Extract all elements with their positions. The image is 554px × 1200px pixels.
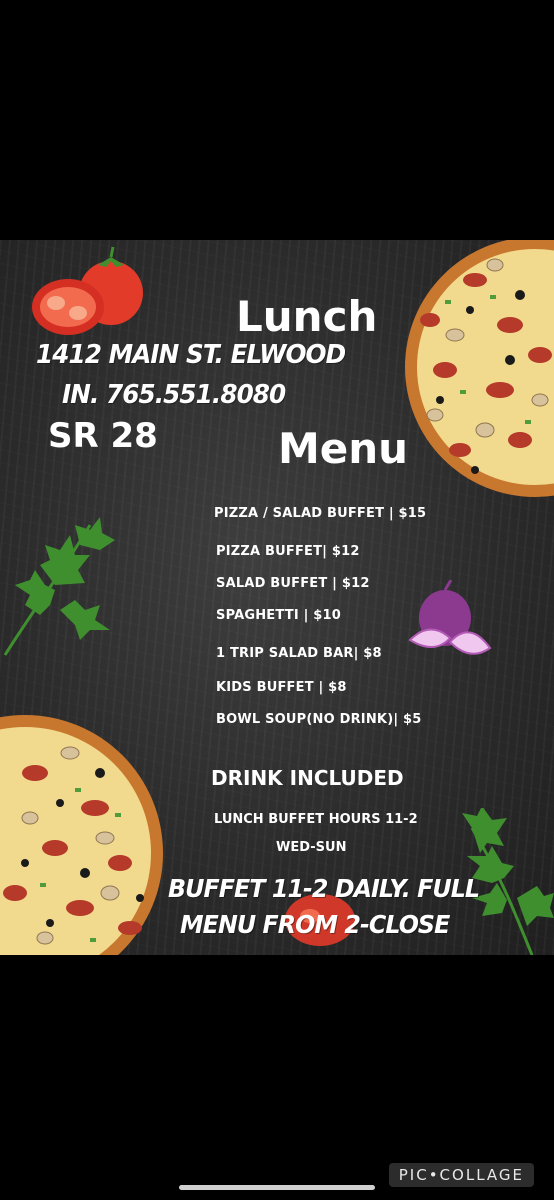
pizza-icon (405, 240, 554, 497)
pic-collage-watermark: PIC•COLLAGE (388, 1163, 534, 1187)
tomato-icon (32, 246, 143, 335)
menu-item: KIDS BUFFET | $8 (216, 680, 347, 695)
menu-item: 1 TRIP SALAD BAR| $8 (216, 646, 382, 661)
menu-item: PIZZA BUFFET| $12 (216, 544, 360, 559)
title-lunch: Lunch (236, 292, 378, 341)
home-indicator[interactable] (179, 1185, 375, 1190)
menu-item: SALAD BUFFET | $12 (216, 576, 370, 591)
address-line-2: IN. 765.551.8080 (62, 380, 286, 410)
title-menu: Menu (278, 424, 409, 473)
hours-line-2: WED-SUN (276, 840, 347, 855)
footer-line-2: MENU FROM 2-CLOSE (180, 910, 450, 939)
menu-item: BOWL SOUP(NO DRINK)| $5 (216, 712, 422, 727)
parsley-icon (3, 517, 115, 656)
hours-line-1: LUNCH BUFFET HOURS 11-2 (214, 812, 418, 827)
drink-included: DRINK INCLUDED (211, 766, 404, 790)
menu-item: SPAGHETTI | $10 (216, 608, 341, 623)
onion-icon (408, 580, 492, 655)
menu-item: PIZZA / SALAD BUFFET | $15 (214, 506, 427, 521)
footer-line-1: BUFFET 11-2 DAILY. FULL (168, 874, 480, 903)
address-line-1: 1412 MAIN ST. ELWOOD (36, 340, 346, 370)
menu-card: Lunch Menu 1412 MAIN ST. ELWOOD IN. 765.… (0, 240, 554, 955)
pizza-icon (0, 715, 163, 955)
route-label: SR 28 (48, 416, 158, 456)
